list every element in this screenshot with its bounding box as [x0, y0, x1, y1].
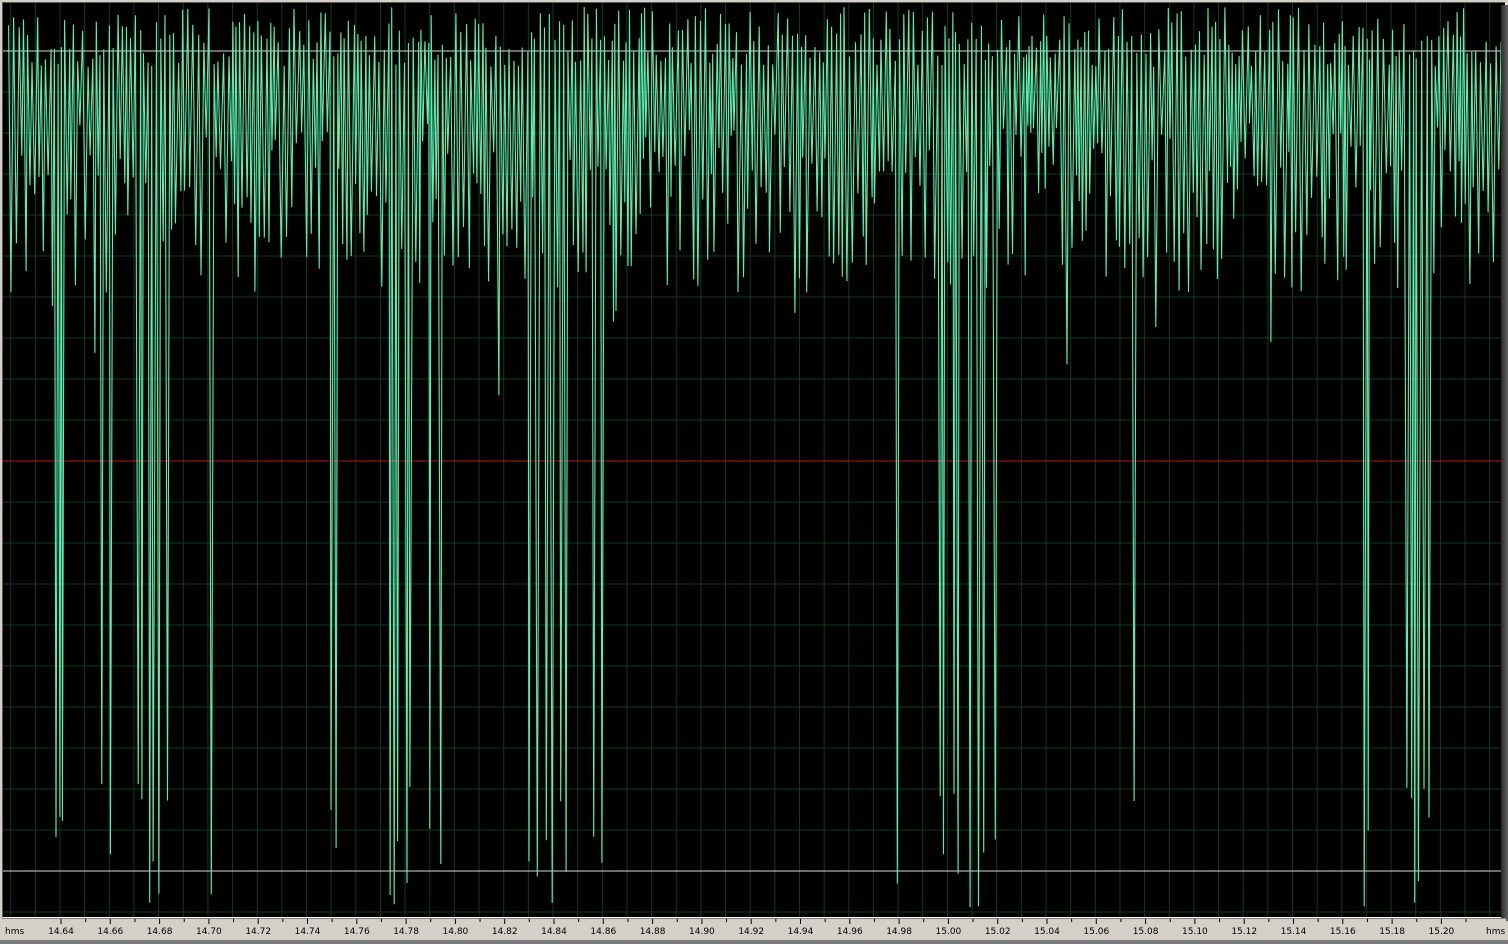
ruler-tick-label: 15.04 — [1034, 927, 1060, 937]
ruler-tick-label: 14.96 — [837, 927, 863, 937]
ruler-tick-label: 15.20 — [1429, 927, 1455, 937]
ruler-tick-label: 15.00 — [936, 927, 962, 937]
ruler-tick-label: 14.68 — [147, 927, 173, 937]
ruler-tick-label: 15.06 — [1083, 927, 1109, 937]
waveform-canvas[interactable] — [3, 3, 1505, 917]
ruler-tick-label: 14.70 — [196, 927, 222, 937]
ruler-tick-label: 14.86 — [590, 927, 616, 937]
ruler-tick-label: 15.08 — [1133, 927, 1159, 937]
ruler-ticks: 14.64 14.66 14.68 14.70 14.72 14.74 14.76 14.78… — [48, 919, 1467, 937]
ruler-tick-label: 14.94 — [788, 927, 814, 937]
ruler-unit-label-left: hms — [5, 927, 24, 937]
time-ruler[interactable]: 14.64 14.66 14.68 14.70 14.72 14.74 14.76 14.78… — [2, 918, 1506, 940]
audio-editor-window: 14.64 14.66 14.68 14.70 14.72 14.74 14.76 14.78… — [0, 0, 1508, 944]
ruler-tick-label: 14.74 — [295, 927, 321, 937]
ruler-tick-label: 14.92 — [738, 927, 764, 937]
ruler-tick-label: 15.14 — [1281, 927, 1307, 937]
time-ruler-canvas: 14.64 14.66 14.68 14.70 14.72 14.74 14.76 14.78… — [5, 919, 1505, 937]
grid-lines — [3, 3, 1505, 917]
ruler-unit-label-right: hms — [1486, 927, 1505, 937]
ruler-tick-label: 15.10 — [1182, 927, 1208, 937]
ruler-tick-label: 14.82 — [492, 927, 518, 937]
waveform-display[interactable] — [2, 2, 1508, 921]
ruler-tick-label: 14.80 — [443, 927, 469, 937]
ruler-tick-label: 14.88 — [640, 927, 666, 937]
ruler-tick-label: 14.90 — [689, 927, 715, 937]
ruler-tick-label: 14.84 — [541, 927, 567, 937]
ruler-tick-label: 15.16 — [1330, 927, 1356, 937]
ruler-tick-label: 15.18 — [1379, 927, 1405, 937]
waveform-scroll-edge[interactable] — [1501, 5, 1508, 921]
ruler-tick-label: 15.12 — [1231, 927, 1257, 937]
ruler-tick-label: 14.66 — [97, 927, 123, 937]
ruler-tick-label: 14.78 — [393, 927, 419, 937]
ruler-tick-label: 14.64 — [48, 927, 74, 937]
ruler-tick-label: 14.72 — [245, 927, 271, 937]
status-strip — [0, 940, 1508, 944]
ruler-tick-label: 14.76 — [344, 927, 370, 937]
ruler-tick-label: 15.02 — [985, 927, 1011, 937]
ruler-tick-label: 14.98 — [886, 927, 912, 937]
